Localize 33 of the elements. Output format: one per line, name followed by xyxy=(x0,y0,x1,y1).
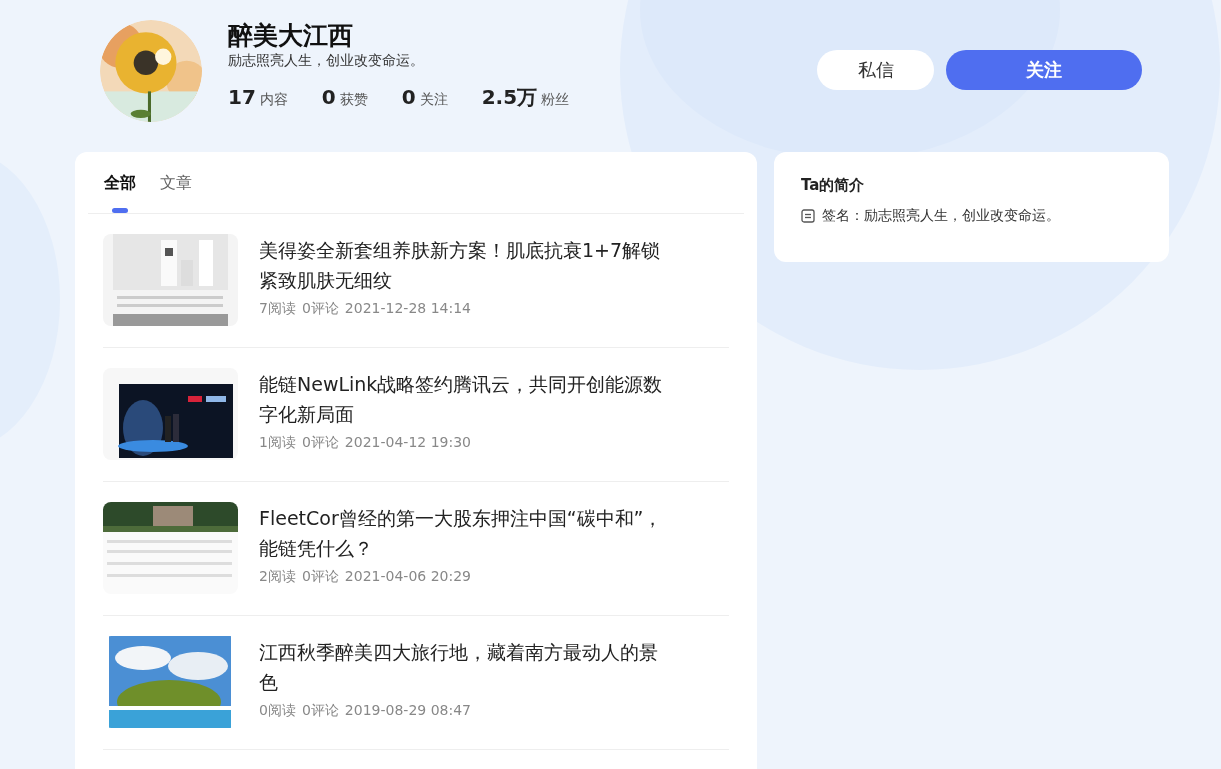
read-count: 1阅读 xyxy=(259,434,296,452)
stat-value: 0 xyxy=(321,85,336,109)
stat-label: 关注 xyxy=(419,91,448,109)
stat-value: 17 xyxy=(228,85,256,109)
document-icon xyxy=(801,209,815,223)
tab[interactable]: 文章 xyxy=(160,173,192,213)
follow-button[interactable]: 关注 xyxy=(946,50,1142,90)
article-title[interactable]: 美得姿全新套组养肤新方案！肌底抗衰1+7解锁紧致肌肤无细纹 xyxy=(259,235,669,295)
stat-value: 0 xyxy=(401,85,416,109)
comment-count: 0评论 xyxy=(301,702,339,720)
publish-time: 2019-08-29 08:47 xyxy=(344,702,471,720)
comment-count: 0评论 xyxy=(301,434,339,452)
tab[interactable]: 全部 xyxy=(104,173,136,213)
stat-value: 2.5万 xyxy=(481,84,538,111)
stat-label: 获赞 xyxy=(339,91,368,109)
read-count: 0阅读 xyxy=(259,702,296,720)
publish-time: 2021-04-06 20:29 xyxy=(344,568,471,586)
publish-time: 2021-04-12 19:30 xyxy=(344,434,471,452)
profile-bio: 励志照亮人生，创业改变命运。 xyxy=(228,52,425,70)
intro-title: Ta的简介 xyxy=(801,176,866,195)
article-title[interactable]: FleetCor曾经的第一大股东押注中国“碳中和”，能链凭什么？ xyxy=(259,503,669,563)
comment-count: 0评论 xyxy=(301,568,339,586)
publish-time: 2021-12-28 14:14 xyxy=(344,300,471,318)
article-title[interactable]: 江西秋季醉美四大旅行地，藏着南方最动人的景色 xyxy=(259,637,669,697)
profile-name: 醉美大江西 xyxy=(228,21,354,51)
stat-label: 内容 xyxy=(259,91,288,109)
stat-label: 粉丝 xyxy=(541,91,570,109)
read-count: 7阅读 xyxy=(259,300,296,318)
comment-count: 0评论 xyxy=(301,300,339,318)
signature-text: 签名：励志照亮人生，创业改变命运。 xyxy=(822,207,1060,225)
article-title[interactable]: 能链NewLink战略签约腾讯云，共同开创能源数字化新局面 xyxy=(259,369,669,429)
message-button[interactable]: 私信 xyxy=(817,50,934,90)
read-count: 2阅读 xyxy=(259,568,296,586)
